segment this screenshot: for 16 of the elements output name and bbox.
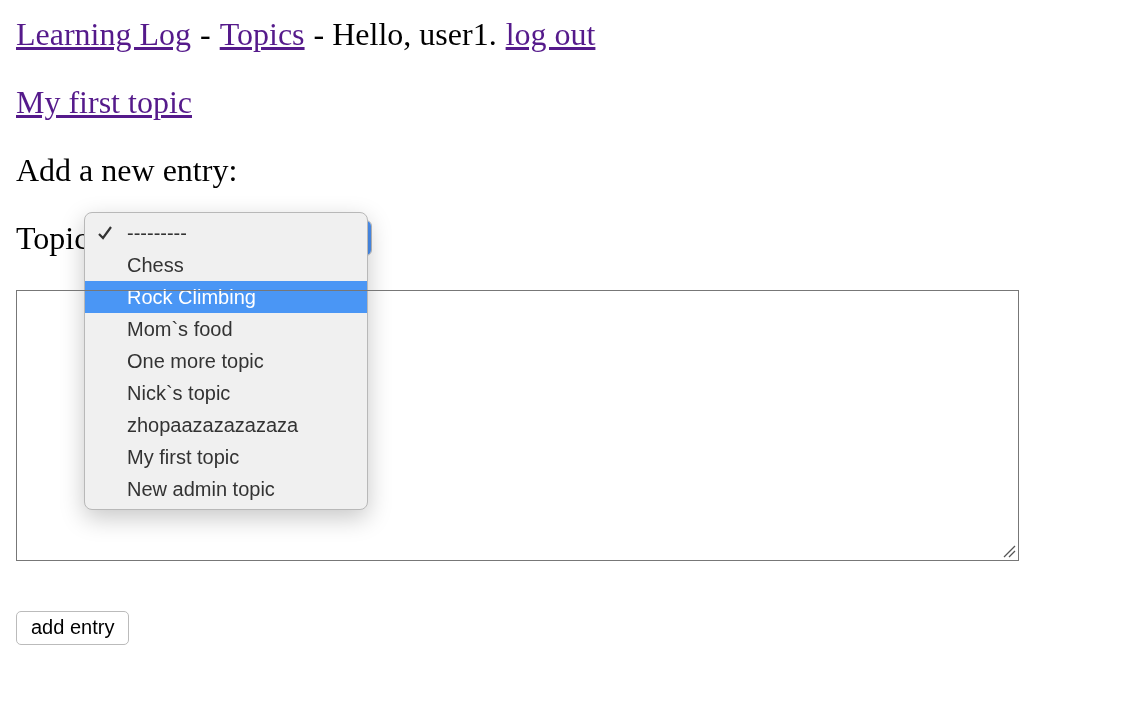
nav-text: - (200, 16, 211, 52)
menu-option[interactable]: My first topic (85, 441, 367, 473)
topic-link[interactable]: My first topic (16, 84, 192, 120)
menu-option[interactable]: One more topic (85, 345, 367, 377)
nav-link[interactable]: log out (505, 16, 596, 52)
menu-option[interactable]: Mom`s food (85, 313, 367, 345)
nav-link[interactable]: Topics (219, 16, 305, 52)
menu-option[interactable]: zhopaazazazazaza (85, 409, 367, 441)
add-entry-button[interactable]: add entry (16, 610, 130, 645)
resize-grip-icon (1002, 544, 1016, 558)
entry-text-area[interactable] (16, 290, 1019, 561)
nav-link[interactable]: Learning Log (16, 16, 192, 52)
form-prompt: Add a new entry: (16, 152, 238, 188)
menu-option[interactable]: Nick`s topic (85, 377, 367, 409)
nav-text: - Hello, user1. (313, 16, 497, 52)
menu-option[interactable]: New admin topic (85, 473, 367, 505)
